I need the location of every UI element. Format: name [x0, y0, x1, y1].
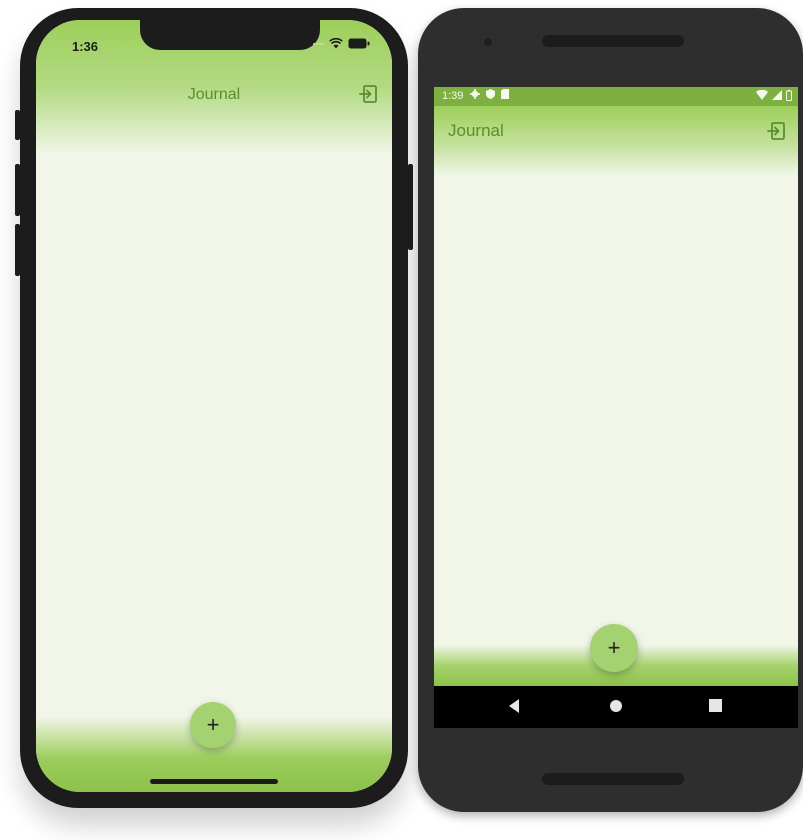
- back-icon[interactable]: [507, 698, 521, 714]
- mute-switch: [15, 110, 20, 140]
- ios-home-indicator[interactable]: [150, 779, 278, 784]
- wifi-icon: [756, 90, 768, 100]
- logout-icon[interactable]: [766, 121, 786, 141]
- shield-icon: [486, 89, 495, 99]
- ios-add-entry-button[interactable]: +: [190, 702, 236, 748]
- android-notification-icons: [470, 89, 509, 99]
- android-header-gradient: [434, 106, 798, 176]
- wifi-icon: [329, 38, 343, 49]
- android-status-time: 1:39: [442, 90, 464, 102]
- top-speaker-grille: [542, 35, 684, 47]
- front-camera: [484, 38, 492, 46]
- volume-down-button: [15, 224, 20, 276]
- ios-page-title: Journal: [187, 86, 241, 103]
- android-add-entry-button[interactable]: +: [590, 624, 638, 672]
- logout-icon[interactable]: [358, 84, 378, 104]
- ios-notch: [140, 20, 320, 50]
- ios-status-time: 1:36: [72, 39, 99, 54]
- battery-icon: [348, 38, 370, 49]
- sd-card-icon: [501, 89, 509, 99]
- android-device-frame: 1:39 Journal +: [418, 8, 803, 812]
- android-status-bar: 1:39: [434, 87, 798, 106]
- recents-icon[interactable]: [709, 699, 722, 712]
- settings-icon: [470, 89, 480, 99]
- iphone-device-frame: 1:36 Journal +: [15, 8, 413, 808]
- ios-screen: 1:36 Journal +: [36, 20, 392, 792]
- plus-icon: +: [206, 712, 220, 737]
- ios-status-icons: [313, 38, 370, 49]
- bottom-speaker-grille: [542, 773, 684, 785]
- battery-icon: [786, 90, 792, 101]
- android-system-icons: [756, 90, 792, 101]
- android-navigation-bar: [434, 686, 798, 728]
- signal-icon: [313, 42, 324, 45]
- signal-icon: [772, 90, 782, 100]
- home-icon[interactable]: [609, 699, 623, 713]
- plus-icon: +: [607, 635, 621, 660]
- power-button: [408, 164, 413, 250]
- android-screen: 1:39 Journal +: [434, 87, 798, 728]
- android-page-title: Journal: [448, 121, 504, 140]
- volume-up-button: [15, 164, 20, 216]
